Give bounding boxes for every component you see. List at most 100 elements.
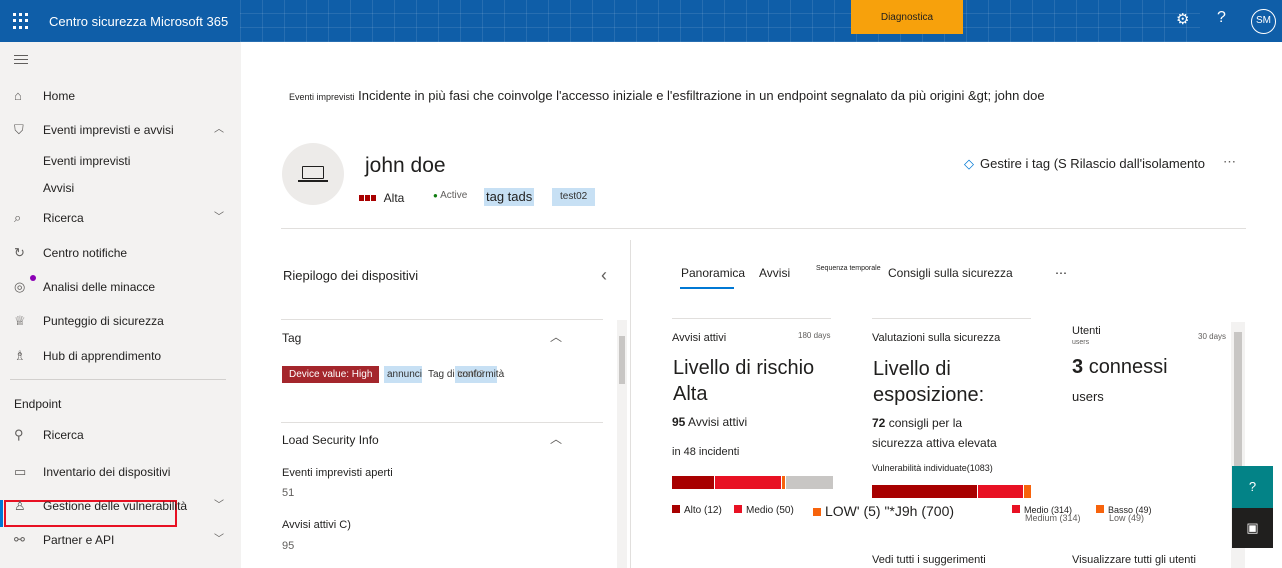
exposure-card-title: Valutazioni sulla sicurezza [872, 332, 1001, 344]
legend-medium: Medio (50) [734, 505, 794, 516]
collapse-panel-icon[interactable]: ‹ [601, 265, 607, 286]
divider [281, 319, 603, 320]
tab-alerts[interactable]: Avvisi [759, 266, 790, 280]
sidebar-item-secure-score[interactable]: ♕ Punteggio di sicurezza [0, 306, 241, 336]
device-name: john doe [365, 154, 446, 177]
alerts-card-title: Avvisi attivi [672, 332, 727, 344]
alerts-bar-high [672, 476, 714, 489]
diagnostics-button[interactable]: Diagnostica [851, 0, 963, 34]
shield-icon: ⛉ [14, 122, 24, 137]
sidebar-item-threat-analytics[interactable]: ◎ Analisi delle minacce [0, 272, 241, 302]
alerts-bar-informational [785, 476, 834, 489]
chevron-down-icon: ﹀ [214, 212, 224, 223]
exposure-heading-2: esposizione: [873, 384, 985, 406]
sidebar-item-vulnerability[interactable]: ♙ Gestione delle vulnerabilità ﹀ [0, 491, 241, 521]
feedback-icon[interactable]: ▣ [1232, 508, 1273, 548]
help-icon[interactable]: ? [1217, 9, 1226, 27]
tab-timeline[interactable]: Sequenza temporale [816, 265, 881, 272]
chevron-down-icon: ﹀ [214, 534, 224, 545]
users-count: 3 connessi [1072, 356, 1168, 378]
top-bar: Centro sicurezza Microsoft 365 Diagnosti… [0, 0, 1282, 42]
sidebar-subitem-incidents[interactable]: Eventi imprevisti [43, 154, 130, 168]
device-avatar [282, 143, 344, 205]
open-incidents-value: 51 [282, 487, 295, 499]
action-center-icon: ↻ [14, 245, 25, 260]
tab-security-recommendations[interactable]: Consigli sulla sicurezza [888, 266, 1013, 280]
legend-low: LOW' (5) "*J9h (700) [813, 503, 954, 519]
sidebar-item-endpoint-search[interactable]: ⚲ Ricerca [0, 420, 241, 450]
divider [281, 228, 1246, 229]
chevron-down-icon: ﹀ [214, 500, 224, 511]
breadcrumb: Eventi imprevisti Incidente in più fasi … [289, 88, 1045, 103]
risk-level: Alta [359, 191, 404, 205]
settings-icon[interactable]: ⚙ [1176, 10, 1189, 28]
sidebar-item-incidents[interactable]: ⛉ Eventi imprevisti e avvisi ︿ [0, 115, 241, 145]
legend-medium-alt: Medium (314) [1025, 513, 1081, 523]
tag-chip: Tag di conformità [428, 369, 505, 380]
laptop-icon: ▭ [14, 464, 27, 479]
divider [281, 422, 603, 423]
active-alerts-label: Avvisi attivi C) [282, 519, 351, 531]
partners-icon: ⚯ [14, 532, 25, 547]
users-card-title: Utenti [1072, 325, 1101, 337]
avatar[interactable]: SM [1251, 9, 1276, 34]
chevron-up-icon: ︿ [214, 124, 224, 135]
hamburger-icon[interactable] [14, 55, 28, 67]
chevron-up-icon[interactable]: ︿ [550, 328, 562, 345]
vulnerabilities-label: Vulnerabilità individuate(1083) [872, 463, 993, 473]
device-tag: tag tads [484, 188, 535, 206]
view-recommendations-link[interactable]: Vedi tutti i suggerimenti [872, 554, 986, 566]
sidebar-item-action-center[interactable]: ↻ Centro notifiche [0, 238, 241, 268]
alerts-period: 180 days [798, 331, 831, 340]
vuln-bar-high [872, 485, 977, 498]
vuln-bar-low [1024, 485, 1031, 498]
vuln-bar-medium [978, 485, 1023, 498]
exposure-count: 72 consigli per la [872, 416, 963, 430]
laptop-icon [302, 166, 324, 179]
left-scrollbar[interactable] [617, 320, 627, 568]
notification-dot [30, 275, 36, 281]
app-title[interactable]: Centro sicurezza Microsoft 365 [49, 14, 228, 29]
help-icon[interactable]: ? [1232, 466, 1273, 508]
tab-overview[interactable]: Panoramica [681, 266, 745, 280]
view-all-users-link[interactable]: Visualizzare tutti gli utenti [1072, 554, 1196, 566]
users-period: 30 days [1198, 332, 1227, 341]
device-tag: test02 [552, 188, 596, 206]
manage-tags-button[interactable]: ◇ Gestire i tag (S Rilascio dall'isolamen… [964, 156, 1205, 172]
home-icon: ⌂ [14, 88, 22, 103]
sidebar-subitem-alerts[interactable]: Avvisi [43, 181, 74, 195]
header-blueprint-banner [240, 0, 1200, 42]
main-content: Eventi imprevisti Incidente in più fasi … [241, 42, 1282, 568]
divider [672, 318, 831, 319]
sidebar-item-device-inventory[interactable]: ▭ Inventario dei dispositivi [0, 457, 241, 487]
learning-icon: ♗ [14, 348, 26, 363]
active-tab-indicator [680, 287, 734, 289]
active-alerts-value: 95 [282, 540, 295, 552]
panel-divider [630, 240, 631, 568]
panel-title: Riepilogo dei dispositivi [283, 268, 419, 283]
search-icon: ⚲ [14, 427, 24, 442]
breadcrumb-parent[interactable]: Eventi imprevisti [289, 92, 355, 102]
divider [872, 318, 1031, 319]
sidebar-item-home[interactable]: ⌂ Home [0, 81, 241, 111]
tag-icon: ◇ [964, 156, 974, 171]
alerts-risk-heading: Livello di rischio [673, 357, 815, 379]
tag-chip: annunci [384, 366, 422, 383]
users-label: users [1072, 389, 1104, 404]
sidebar-item-learning-hub[interactable]: ♗ Hub di apprendimento [0, 341, 241, 371]
sidebar-item-partners-api[interactable]: ⚯ Partner e API ﹀ [0, 525, 241, 555]
alerts-bar-low [781, 476, 785, 489]
users-card-subtitle: users [1072, 339, 1090, 346]
hunting-icon: ⌕ [14, 210, 22, 225]
app-launcher-icon[interactable] [13, 13, 29, 29]
more-actions-icon[interactable]: ⋯ [1223, 154, 1236, 170]
device-value-badge: Device value: High [282, 366, 380, 383]
chevron-up-icon[interactable]: ︿ [550, 430, 562, 447]
vulnerability-icon: ♙ [14, 498, 26, 513]
alerts-bar-medium [714, 476, 781, 489]
status-badge: ● Active [433, 190, 468, 201]
legend-high: Alto (12) [672, 505, 722, 516]
exposure-line2: sicurezza attiva elevata [872, 436, 997, 450]
tabs-more-icon[interactable]: ⋯ [1055, 266, 1067, 280]
sidebar-item-hunting[interactable]: ⌕ Ricerca ﹀ [0, 203, 241, 233]
